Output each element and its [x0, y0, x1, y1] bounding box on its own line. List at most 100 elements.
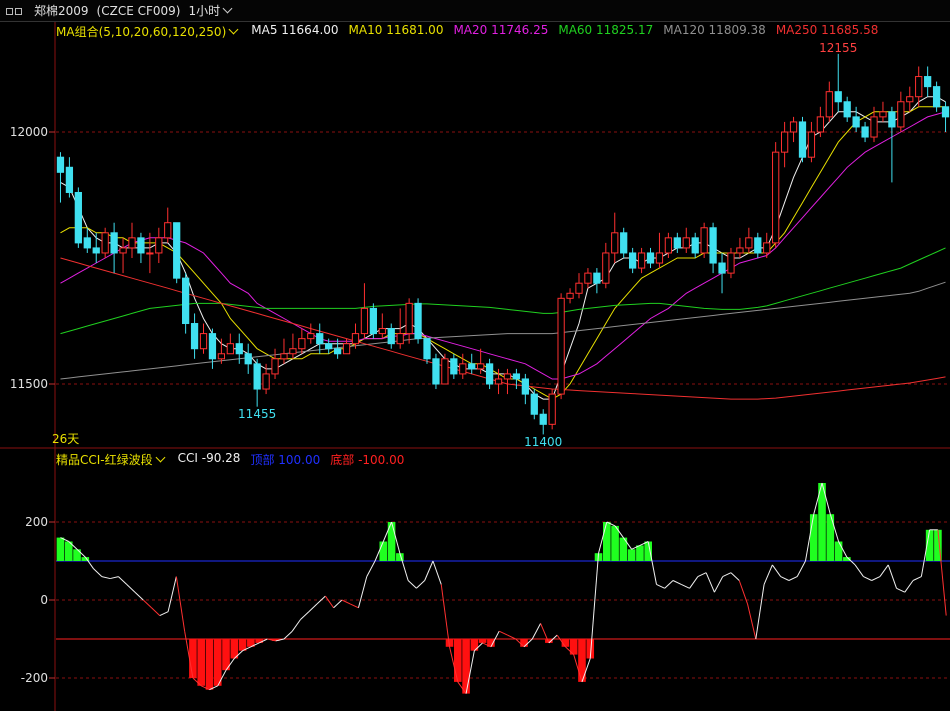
- cci-axis-label: 200: [25, 515, 48, 529]
- candle-body: [906, 96, 914, 103]
- candle-body: [110, 232, 118, 254]
- candle-body: [485, 363, 494, 385]
- candle-body: [629, 252, 637, 269]
- candle-body: [83, 237, 91, 249]
- candle-body: [807, 131, 816, 158]
- cci-line-segment: [589, 553, 600, 659]
- cci-line-segment: [689, 576, 699, 589]
- cci-red-bar: [197, 639, 205, 686]
- candle-body: [727, 252, 735, 274]
- cci-red-bar: [462, 639, 470, 694]
- cci-line-segment: [507, 634, 516, 640]
- candle-body: [271, 358, 279, 375]
- cci-line-segment: [357, 576, 368, 608]
- cci-line-segment: [440, 584, 451, 647]
- cci-red-bar: [189, 639, 197, 678]
- candle-body: [423, 338, 431, 360]
- price-chart[interactable]: 12000 11500 200 0 -200 12155 11455 11400 26天: [0, 0, 950, 711]
- cci-line-segment: [498, 630, 508, 636]
- cci-line-segment: [341, 599, 351, 605]
- candle-body: [584, 272, 592, 284]
- cci-line-segment: [937, 529, 947, 616]
- cci-line-segment: [747, 603, 757, 640]
- cci-red-bar: [255, 639, 263, 643]
- candle-body: [477, 363, 485, 370]
- candle-body: [924, 76, 932, 88]
- candle-body: [450, 358, 458, 375]
- cci-red-bar: [478, 639, 487, 643]
- cci-line-segment: [407, 580, 417, 589]
- candle-body: [655, 252, 664, 264]
- candle-body: [316, 333, 324, 345]
- cci-line-segment: [730, 572, 740, 581]
- candle-body: [736, 247, 744, 254]
- cci-line-segment: [316, 595, 326, 605]
- cci-line-segment: [672, 580, 682, 585]
- cci-red-bar: [454, 639, 462, 682]
- candle-body: [548, 393, 556, 425]
- candle-body: [378, 328, 386, 335]
- candle-body: [182, 277, 190, 325]
- cci-green-bar: [644, 541, 652, 561]
- cci-line-segment: [763, 564, 773, 585]
- candle-body: [164, 222, 172, 239]
- candle-body: [700, 227, 708, 254]
- candle-body: [870, 116, 878, 138]
- candle-body: [92, 247, 100, 254]
- cci-line-segment: [366, 560, 376, 577]
- candle-body: [575, 282, 583, 294]
- cci-line-segment: [788, 576, 798, 581]
- cci-line-segment: [904, 580, 914, 593]
- candle-body: [414, 302, 422, 340]
- cci-line-segment: [771, 564, 782, 577]
- candle-body: [834, 91, 842, 103]
- candle-body: [512, 373, 521, 380]
- candle-body: [772, 151, 780, 244]
- cci-line-segment: [854, 564, 864, 577]
- price-axis-label: 11500: [10, 377, 48, 391]
- candle-body: [539, 413, 547, 425]
- cci-line-segment: [101, 576, 111, 580]
- candle-body: [217, 353, 226, 360]
- cci-line-segment: [755, 584, 765, 640]
- cci-line-segment: [713, 576, 724, 593]
- candle-body: [405, 302, 413, 335]
- cci-line-segment: [349, 603, 359, 609]
- cci-line-segment: [291, 619, 301, 632]
- cci-line-segment: [796, 560, 806, 577]
- cci-red-bar: [222, 639, 230, 671]
- candle-body: [253, 363, 261, 390]
- cci-line-segment: [159, 611, 169, 617]
- candle-body: [155, 237, 163, 254]
- cci-axis-label: 0: [40, 593, 48, 607]
- candle-body: [754, 237, 762, 254]
- candle-body: [226, 343, 234, 355]
- candle-body: [763, 242, 771, 254]
- candle-body: [325, 343, 333, 350]
- cci-line-segment: [879, 564, 889, 577]
- cci-line-segment: [863, 576, 872, 581]
- candle-body: [190, 323, 199, 350]
- candle-body: [307, 333, 315, 340]
- candle-body: [673, 237, 681, 249]
- candle-body: [897, 101, 905, 128]
- candle-body: [879, 111, 887, 118]
- cci-line-segment: [416, 580, 426, 589]
- cci-line-segment: [126, 584, 136, 593]
- cci-line-segment: [333, 599, 343, 609]
- cci-red-bar: [520, 639, 528, 647]
- cci-line-segment: [681, 583, 690, 589]
- cci-line-segment: [151, 607, 161, 616]
- cci-line-segment: [912, 576, 922, 581]
- candle-body: [691, 237, 699, 254]
- candle-body: [646, 252, 655, 264]
- candle-body: [101, 232, 109, 254]
- candle-body: [521, 378, 529, 395]
- candle-body: [289, 348, 297, 355]
- low-price-label-2: 11400: [524, 435, 562, 449]
- candle-body: [718, 262, 726, 274]
- cci-line-segment: [432, 560, 442, 585]
- candle-body: [941, 106, 950, 118]
- candle-body: [280, 353, 288, 360]
- candle-body: [503, 373, 512, 380]
